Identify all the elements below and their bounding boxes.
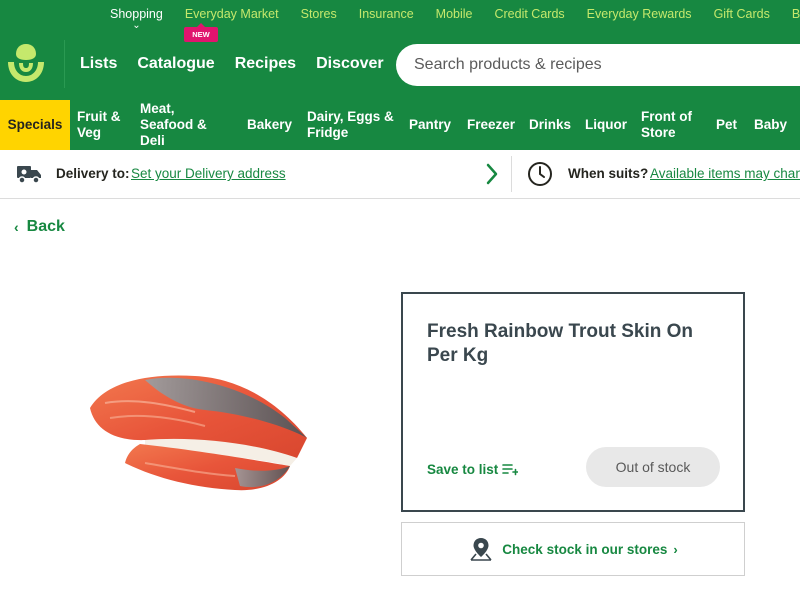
category-liquor[interactable]: Liquor [585,100,627,150]
category-nav: Specials Fruit & Veg Meat, Seafood & Del… [0,100,800,150]
available-items-link[interactable]: Available items may change [650,166,800,181]
nav-recipes[interactable]: Recipes [235,55,296,73]
set-delivery-address-link[interactable]: Set your Delivery address [131,166,286,181]
truck-icon [17,166,41,184]
toplink-shopping[interactable]: Shopping [110,7,163,21]
search-input[interactable] [412,55,796,75]
toplink-business[interactable]: Business [792,7,800,21]
clock-icon [528,162,552,186]
back-link[interactable]: ‹ Back [14,218,65,236]
toplink-gift-cards[interactable]: Gift Cards [714,7,770,21]
category-pantry[interactable]: Pantry [409,100,451,150]
product-card: Fresh Rainbow Trout Skin On Per Kg Save … [401,292,745,512]
category-fruit-veg[interactable]: Fruit & Veg [77,100,121,150]
search-box [396,44,800,86]
top-utility-bar: Shopping Everyday Market Stores Insuranc… [0,0,800,28]
chevron-right-small-icon: › [673,541,678,557]
category-bakery[interactable]: Bakery [247,100,292,150]
toplink-credit-cards[interactable]: Credit Cards [494,7,564,21]
delivery-bar: Delivery to: Set your Delivery address W… [0,150,800,199]
category-drinks[interactable]: Drinks [529,100,571,150]
out-of-stock-button: Out of stock [586,447,720,487]
back-label: Back [26,218,65,235]
product-title: Fresh Rainbow Trout Skin On Per Kg [427,321,694,366]
toplink-everyday-rewards[interactable]: Everyday Rewards [587,7,692,21]
save-to-list-label: Save to list [427,462,499,477]
category-freezer[interactable]: Freezer [467,100,515,150]
check-stock-label: Check stock in our stores [502,541,668,557]
nav-discover[interactable]: Discover [316,55,384,73]
main-nav: Lists Catalogue Recipes Discover [80,28,404,100]
nav-catalogue[interactable]: Catalogue [137,55,214,73]
category-baby[interactable]: Baby [754,100,787,150]
toplink-stores[interactable]: Stores [301,7,337,21]
top-links: Shopping Everyday Market Stores Insuranc… [110,0,800,28]
check-stock-button[interactable]: Check stock in our stores › [401,522,745,576]
new-badge: NEW [184,23,218,42]
category-meat-seafood-deli[interactable]: Meat, Seafood & Deli [140,100,207,150]
location-pin-icon [470,538,492,561]
main-header: Lists Catalogue Recipes Discover [0,28,800,100]
delivery-label: Delivery to: [56,166,130,181]
chevron-left-icon: ‹ [14,219,19,235]
list-add-icon [502,463,519,475]
delivery-divider [511,156,512,192]
when-suits-label: When suits? [568,166,649,181]
toplink-mobile[interactable]: Mobile [436,7,473,21]
logo-divider [64,40,65,88]
category-pet[interactable]: Pet [716,100,737,150]
product-image [90,375,307,491]
category-dairy-eggs-fridge[interactable]: Dairy, Eggs & Fridge [307,100,394,150]
category-specials[interactable]: Specials [0,100,70,150]
woolworths-logo[interactable] [2,40,50,88]
save-to-list-button[interactable]: Save to list [427,462,519,477]
toplink-everyday-market[interactable]: Everyday Market [185,7,279,21]
toplink-insurance[interactable]: Insurance [359,7,414,21]
category-front-of-store[interactable]: Front of Store [641,100,692,150]
nav-lists[interactable]: Lists [80,55,117,73]
chevron-right-icon[interactable] [485,162,499,186]
